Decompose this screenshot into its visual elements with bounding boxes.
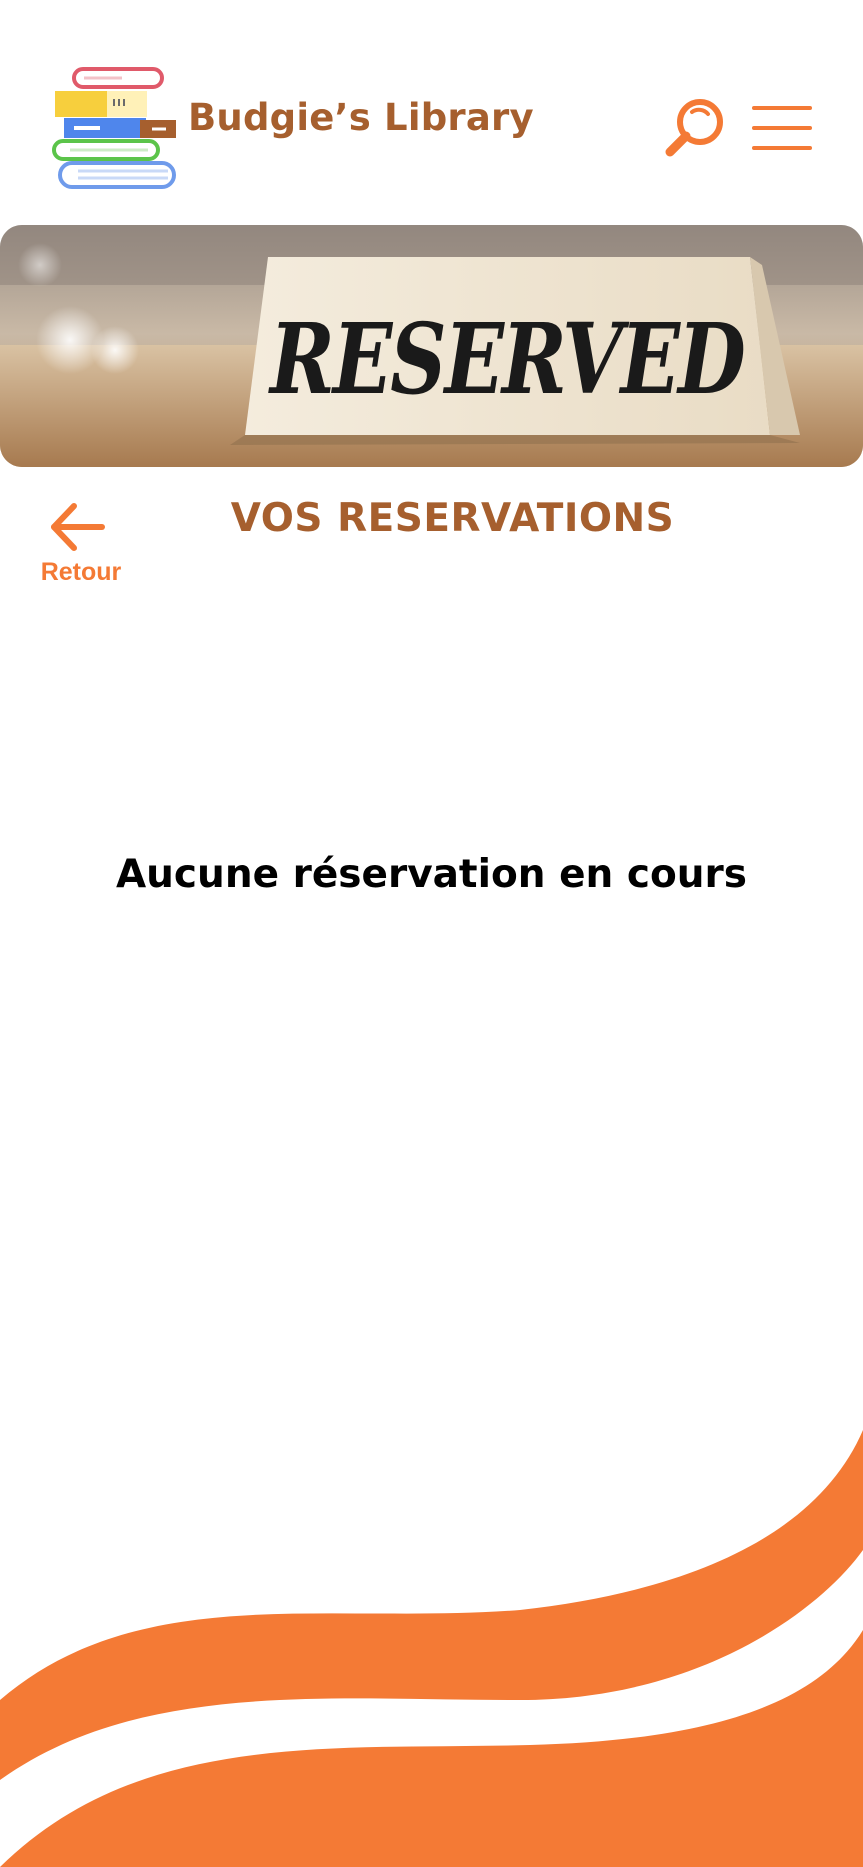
stacked-books-logo-icon [52, 67, 176, 189]
decorative-orange-waves [0, 1430, 863, 1867]
arrow-left-icon [51, 503, 105, 551]
reserved-sign-text: RESERVED [270, 303, 746, 417]
site-header: Budgie’s Library [0, 0, 863, 215]
brand-title: Budgie’s Library [188, 96, 534, 139]
search-icon [665, 99, 723, 157]
page-title: VOS RESERVATIONS [230, 496, 675, 541]
home-logo-link[interactable]: Budgie’s Library [52, 66, 534, 191]
reservations-page: Budgie’s Library RESERVED Retour VOS RES… [0, 0, 863, 1867]
reserved-banner-image: RESERVED [0, 225, 863, 467]
menu-line-middle [752, 126, 812, 130]
menu-line-bottom [752, 146, 812, 150]
hamburger-menu-button[interactable] [748, 100, 816, 156]
empty-reservations-message: Aucune réservation en cours [115, 852, 747, 897]
menu-line-top [752, 106, 812, 110]
back-label: Retour [40, 558, 122, 586]
back-button[interactable]: Retour [26, 500, 136, 592]
search-button[interactable] [662, 96, 726, 160]
